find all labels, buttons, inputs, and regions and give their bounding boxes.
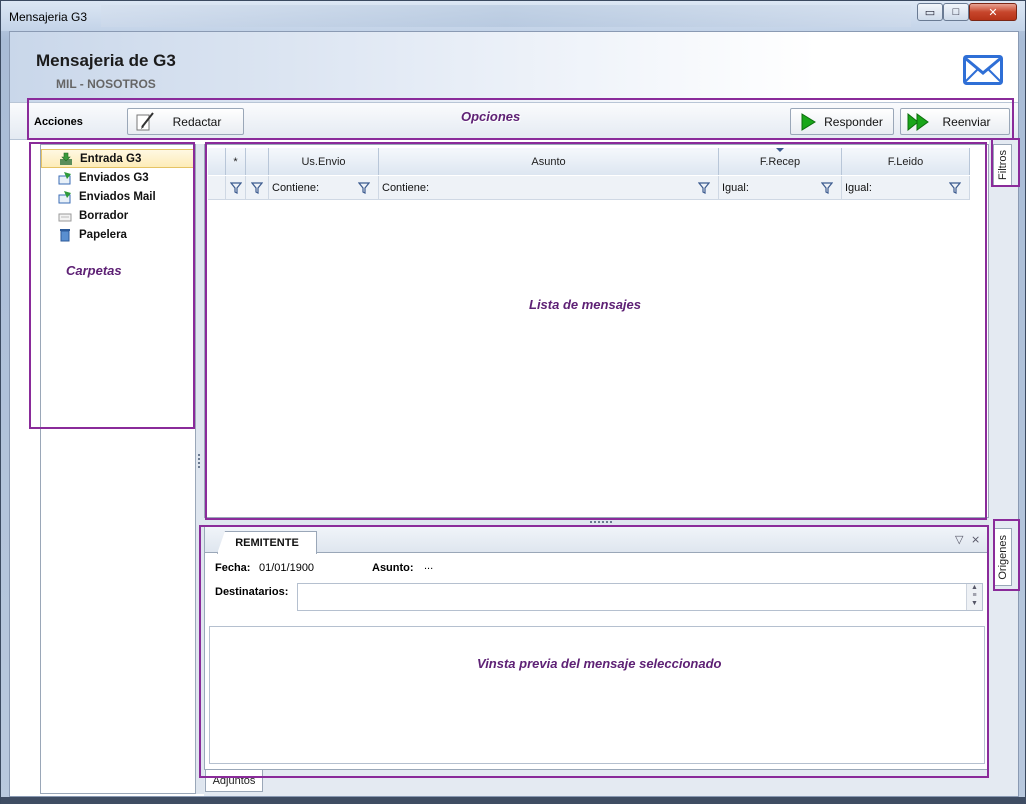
asunto-label: Asunto: (372, 562, 414, 574)
redactar-button[interactable]: Redactar (127, 108, 244, 135)
folder-label: Borrador (79, 209, 129, 222)
filter-operator: Contiene: (272, 182, 320, 194)
filter-funnel-icon (249, 181, 265, 195)
right-tab-strip: Filtros Origenes (989, 140, 1018, 796)
page-subtitle: MIL - NOSOTROS (56, 77, 156, 91)
inbox-download-icon (58, 152, 74, 166)
filter-cell[interactable] (226, 176, 246, 200)
mail-envelope-icon (963, 55, 1003, 85)
tab-filtros-label: Filtros (996, 150, 1009, 180)
vertical-splitter[interactable] (196, 144, 204, 794)
filter-funnel-icon (947, 181, 963, 195)
grid-filter-row: Contiene: Contiene: Igual: Igual: (208, 176, 970, 200)
folder-item-papelera[interactable]: Papelera (41, 225, 195, 244)
grid-column-f-leido[interactable]: F.Leido (842, 148, 970, 175)
maximize-button[interactable]: □ (943, 3, 969, 21)
close-button[interactable]: ✕ (969, 3, 1017, 21)
fast-forward-icon (906, 111, 930, 133)
message-preview-panel: REMITENTE ▽ ⨯ Fecha: 01/01/1900 Asunto: … (204, 526, 989, 770)
filter-cell-asunto[interactable]: Contiene: (379, 176, 719, 200)
sent-mail-icon (57, 171, 73, 185)
folder-label: Enviados G3 (79, 171, 149, 184)
app-header: Mensajeria de G3 MIL - NOSOTROS (10, 32, 1018, 102)
folder-label: Entrada G3 (80, 152, 142, 165)
reenviar-label: Reenviar (942, 114, 991, 129)
tab-remitente[interactable]: REMITENTE (217, 531, 317, 554)
splitter-grip (590, 521, 612, 523)
page-title: Mensajeria de G3 (36, 51, 176, 70)
tab-adjuntos[interactable]: Adjuntos (205, 770, 263, 792)
folder-item-borrador[interactable]: Borrador (41, 206, 195, 225)
bottom-tab-bar: Adjuntos (204, 770, 989, 796)
tab-origenes-label: Origenes (996, 534, 1009, 580)
filter-cell (208, 176, 226, 200)
sort-indicator-icon (776, 148, 784, 152)
filter-operator: Contiene: (382, 182, 430, 194)
filter-funnel-icon (356, 181, 372, 195)
folder-item-enviados-g3[interactable]: Enviados G3 (41, 168, 195, 187)
destinatarios-scrollbar[interactable]: ▲ ≡ ▼ (966, 584, 982, 610)
filter-funnel-icon (696, 181, 712, 195)
grid-column-us-envio[interactable]: Us.Envio (269, 148, 379, 175)
fecha-value: 01/01/1900 (259, 562, 315, 574)
tab-origenes[interactable]: Origenes (993, 528, 1012, 586)
grid-column-header[interactable]: * (226, 148, 246, 175)
grid-column-header[interactable] (208, 148, 226, 175)
compose-pencil-icon (133, 111, 157, 133)
grid-column-label: F.Recep (759, 155, 801, 168)
filter-cell-us-envio[interactable]: Contiene: (269, 176, 379, 200)
maximize-icon: □ (952, 6, 960, 18)
client-area: Mensajeria de G3 MIL - NOSOTROS Acciones (9, 31, 1019, 797)
filter-funnel-icon (228, 181, 244, 195)
annotation-label-carpetas: Carpetas (66, 263, 122, 278)
preview-tab-bar: REMITENTE ▽ ⨯ (205, 527, 988, 554)
folder-item-entrada-g3[interactable]: Entrada G3 (41, 149, 195, 168)
title-bar[interactable]: Mensajeria G3 ▭ □ ✕ (1, 1, 1025, 31)
tab-close-icon[interactable]: ⨯ (971, 533, 980, 546)
minimize-button[interactable]: ▭ (917, 3, 943, 21)
sent-mail-icon (57, 190, 73, 204)
filter-cell-f-recep[interactable]: Igual: (719, 176, 842, 200)
filter-operator: Igual: (845, 182, 872, 194)
filter-cell[interactable] (246, 176, 269, 200)
splitter-grip (198, 454, 201, 468)
destinatarios-label: Destinatarios: (215, 586, 289, 598)
grid-column-header[interactable] (246, 148, 269, 175)
tab-filtros[interactable]: Filtros (993, 144, 1012, 186)
filter-cell-f-leido[interactable]: Igual: (842, 176, 970, 200)
close-icon: ✕ (988, 6, 998, 19)
grid-column-asunto[interactable]: Asunto (379, 148, 719, 175)
filter-operator: Igual: (722, 182, 749, 194)
message-body-preview[interactable] (209, 626, 985, 764)
folder-tree: Entrada G3 Enviados G3 Enviados Mail Bor… (40, 144, 196, 794)
minimize-icon: ▭ (924, 6, 936, 19)
responder-label: Responder (824, 114, 883, 129)
window-title: Mensajeria G3 (9, 10, 88, 24)
tab-dropdown-icon[interactable]: ▽ (955, 533, 963, 546)
folder-label: Papelera (79, 228, 127, 241)
reenviar-button[interactable]: Reenviar (900, 108, 1010, 135)
asunto-value: ... (424, 560, 434, 572)
title-bar-background (101, 5, 911, 27)
destinatarios-field[interactable]: ▲ ≡ ▼ (297, 583, 983, 611)
fecha-label: Fecha: (215, 562, 251, 574)
grid-column-f-recep[interactable]: F.Recep (719, 148, 842, 175)
annotation-label-opciones: Opciones (461, 109, 521, 124)
annotation-label-lista: Lista de mensajes (529, 297, 641, 312)
draft-icon (57, 209, 73, 223)
folder-label: Enviados Mail (79, 190, 156, 203)
responder-button[interactable]: Responder (790, 108, 894, 135)
redactar-label: Redactar (172, 114, 222, 129)
horizontal-splitter[interactable] (204, 518, 989, 526)
play-arrow-icon (796, 111, 820, 133)
folder-item-enviados-mail[interactable]: Enviados Mail (41, 187, 195, 206)
trash-icon (57, 228, 73, 242)
filter-funnel-icon (819, 181, 835, 195)
acciones-label: Acciones (34, 116, 83, 128)
grid-header: * Us.Envio Asunto F.Recep F.Leido (208, 148, 970, 175)
app-window: Mensajeria G3 ▭ □ ✕ Mensajeria de G3 MIL… (0, 0, 1026, 804)
message-grid: * Us.Envio Asunto F.Recep F.Leido Contie… (204, 144, 989, 518)
taskbar-strip (1, 797, 1026, 804)
annotation-label-vista-previa: Vinsta previa del mensaje seleccionado (477, 656, 722, 671)
